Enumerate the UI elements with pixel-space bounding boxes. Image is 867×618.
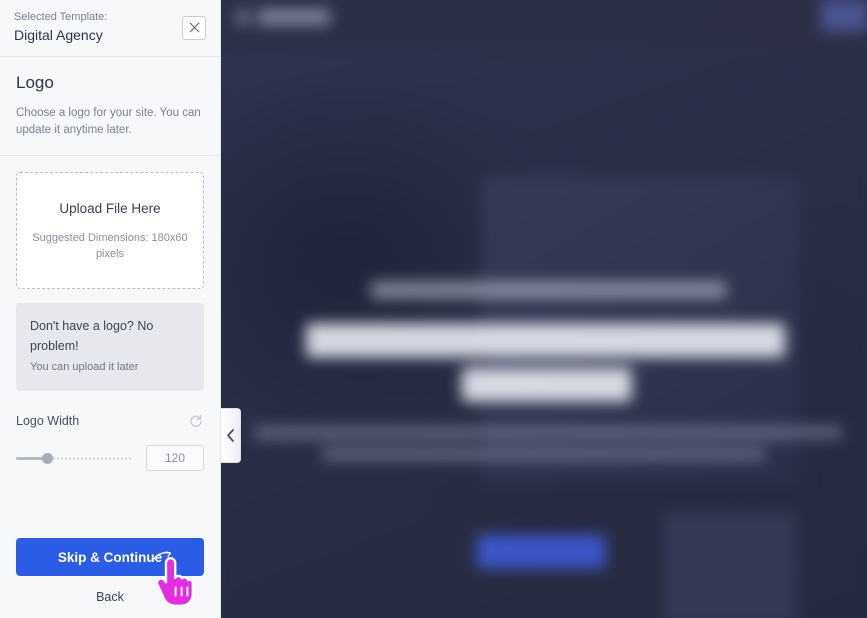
upload-dropzone-title: Upload File Here xyxy=(59,201,161,216)
selected-template-header: Selected Template: Digital Agency xyxy=(0,0,220,57)
preview-secondary-image xyxy=(662,510,797,618)
logo-width-row: Logo Width xyxy=(16,413,204,429)
sidebar-collapse-handle[interactable] xyxy=(221,408,241,463)
sidebar-panel: Selected Template: Digital Agency Logo C… xyxy=(0,0,221,618)
preview-topbar xyxy=(221,0,867,50)
slider-handle[interactable] xyxy=(42,453,54,464)
logo-width-control: 120 xyxy=(16,445,204,471)
preview-hero-cta-button xyxy=(477,534,606,569)
preview-hero-paragraph-line2 xyxy=(322,448,766,461)
no-logo-note-subtitle: You can upload it later xyxy=(30,361,139,373)
preview-blur-layer xyxy=(221,0,867,618)
preview-hero-headline-line2 xyxy=(461,367,632,402)
logo-width-label: Logo Width xyxy=(16,414,80,428)
preview-hero-headline-line1 xyxy=(306,323,786,358)
no-logo-note-card: Don't have a logo? No problem! You can u… xyxy=(16,303,204,391)
back-button[interactable]: Back xyxy=(16,590,204,604)
preview-logo xyxy=(236,9,330,25)
skip-and-continue-button[interactable]: Skip & Continue xyxy=(16,538,204,576)
page-title: Logo xyxy=(16,73,54,92)
logo-settings-body: Upload File Here Suggested Dimensions: 1… xyxy=(0,156,220,538)
reset-glyph xyxy=(190,414,202,427)
chevron-left-icon xyxy=(227,429,234,442)
preview-logo-mark-icon xyxy=(236,9,250,25)
logo-section-header: Logo Choose a logo for your site. You ca… xyxy=(0,57,220,156)
logo-section-description: Choose a logo for your site. You can upd… xyxy=(16,107,201,136)
upload-dropzone[interactable]: Upload File Here Suggested Dimensions: 1… xyxy=(16,172,204,289)
upload-dropzone-subtitle: Suggested Dimensions: 180x60 pixels xyxy=(32,232,188,260)
close-icon[interactable] xyxy=(182,15,206,40)
logo-width-slider[interactable] xyxy=(16,451,132,465)
close-glyph xyxy=(189,22,199,33)
reset-icon[interactable] xyxy=(188,413,204,429)
site-preview-pane[interactable] xyxy=(221,0,867,618)
preview-topbar-button xyxy=(821,0,867,32)
selected-template-info: Selected Template: Digital Agency xyxy=(14,10,107,45)
selected-template-name: Digital Agency xyxy=(14,27,103,43)
selected-template-label: Selected Template: xyxy=(14,11,108,23)
template-wizard-screen: Selected Template: Digital Agency Logo C… xyxy=(0,0,867,618)
logo-width-input[interactable]: 120 xyxy=(146,445,204,471)
no-logo-note-title: Don't have a logo? No problem! xyxy=(30,319,154,353)
preview-hero-paragraph-line1 xyxy=(254,426,842,439)
sidebar-footer: Skip & Continue Back xyxy=(0,538,220,618)
preview-logo-text xyxy=(257,9,330,25)
preview-hero-eyebrow xyxy=(370,281,727,299)
